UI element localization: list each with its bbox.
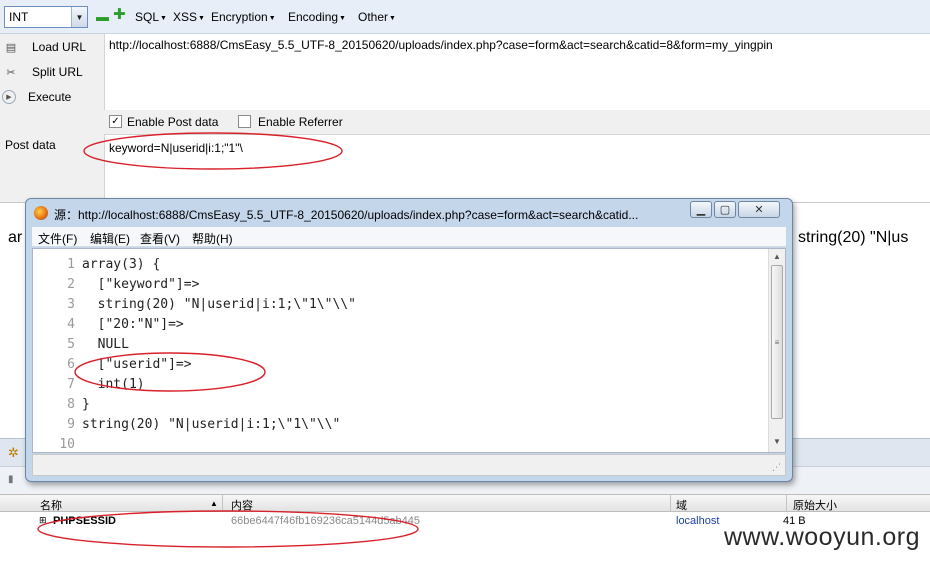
post-data-label: Post data [5,138,56,152]
scissors-icon: ✂ [6,66,16,79]
firebug-menu-icon[interactable]: ▮ [8,474,14,485]
page-output-right: string(20) "N|us [798,229,909,246]
post-data-input[interactable]: keyword=N|userid|i:1;"1"\ [104,134,930,202]
col-separator [222,495,223,512]
split-url-button[interactable]: ✂ Split URL [2,61,102,83]
resize-grip-icon[interactable]: ⋰ [772,462,781,473]
view-source-window: 源：http://localhost:6888/CmsEasy_5.5_UTF-… [25,198,793,482]
cookies-table-header: 名称 ▲ 内容 域 原始大小 [0,494,930,512]
menu-other[interactable]: Other▼ [358,10,396,24]
firefox-icon [34,206,48,220]
cookie-domain: localhost [676,515,720,527]
type-dropdown[interactable]: INT ▼ [4,6,88,28]
menu-encryption[interactable]: Encryption▼ [211,10,276,24]
menu-file[interactable]: 文件(F) [38,230,77,247]
page-output-left: ar [8,229,23,246]
enable-referrer-label: Enable Referrer [258,115,343,129]
load-url-button[interactable]: ▤ Load URL [2,36,102,58]
firebug-bug-icon[interactable]: ✲ [8,445,19,461]
hackbar-toolbar: INT ▼ ▬ ✚ SQL▼ XSS▼ Encryption▼ Encoding… [0,0,930,34]
menu-help[interactable]: 帮助(H) [192,230,233,247]
hackbar-sidebar: ▤ Load URL ✂ Split URL ▶ Execute Post da… [0,34,104,202]
window-statusbar: ⋰ [32,454,786,476]
options-row: ✓ Enable Post data Enable Referrer [104,110,930,134]
col-separator [670,495,671,512]
minimize-button[interactable]: ▁ [690,201,712,218]
enable-referrer-checkbox[interactable] [238,115,251,128]
load-url-icon: ▤ [5,41,17,54]
url-input-value: http://localhost:6888/CmsEasy_5.5_UTF-8_… [109,38,773,52]
expand-icon[interactable]: ⊞ [39,515,47,526]
menu-encoding[interactable]: Encoding▼ [288,10,346,24]
watermark: www.wooyun.org [724,523,920,551]
maximize-button[interactable]: ▢ [714,201,736,218]
sort-up-icon: ▲ [210,499,218,508]
window-titlebar[interactable]: 源：http://localhost:6888/CmsEasy_5.5_UTF-… [26,199,792,227]
window-menubar: 文件(F) 编辑(E) 查看(V) 帮助(H) [32,227,786,247]
window-title: 源：http://localhost:6888/CmsEasy_5.5_UTF-… [54,208,639,222]
close-button[interactable]: ✕ [738,201,780,218]
col-value-header[interactable]: 内容 [231,497,253,513]
cookie-name: PHPSESSID [53,515,116,527]
chevron-down-icon[interactable]: ▼ [71,7,87,27]
menu-sql[interactable]: SQL▼ [135,10,167,24]
plus-icon[interactable]: ✚ [113,7,126,22]
col-name-header[interactable]: 名称 [40,497,62,513]
minus-icon[interactable]: ▬ [96,10,109,23]
vertical-scrollbar[interactable]: ▲ ≡ ▼ [768,249,785,452]
post-data-value: keyword=N|userid|i:1;"1"\ [109,141,243,155]
col-size-header[interactable]: 原始大小 [793,497,837,513]
menu-edit[interactable]: 编辑(E) [90,230,130,247]
scroll-up-icon[interactable]: ▲ [773,252,781,261]
play-icon: ▶ [2,90,16,104]
menu-xss[interactable]: XSS▼ [173,10,205,24]
col-separator [786,495,787,512]
scroll-down-icon[interactable]: ▼ [773,437,781,446]
scrollbar-thumb[interactable]: ≡ [771,265,783,419]
enable-post-label: Enable Post data [127,115,219,129]
cookie-value: 66be6447f46fb169236ca5144d5ab445 [231,515,421,527]
menu-view[interactable]: 查看(V) [140,230,180,247]
enable-post-checkbox[interactable]: ✓ [109,115,122,128]
execute-button[interactable]: ▶ Execute [2,86,102,108]
type-dropdown-value: INT [9,10,29,24]
source-code-view[interactable]: 1 array(3) { 2 ["keyword"]=> 3 string(20)… [32,248,786,453]
url-input[interactable]: http://localhost:6888/CmsEasy_5.5_UTF-8_… [104,34,930,110]
col-domain-header[interactable]: 域 [676,497,687,513]
